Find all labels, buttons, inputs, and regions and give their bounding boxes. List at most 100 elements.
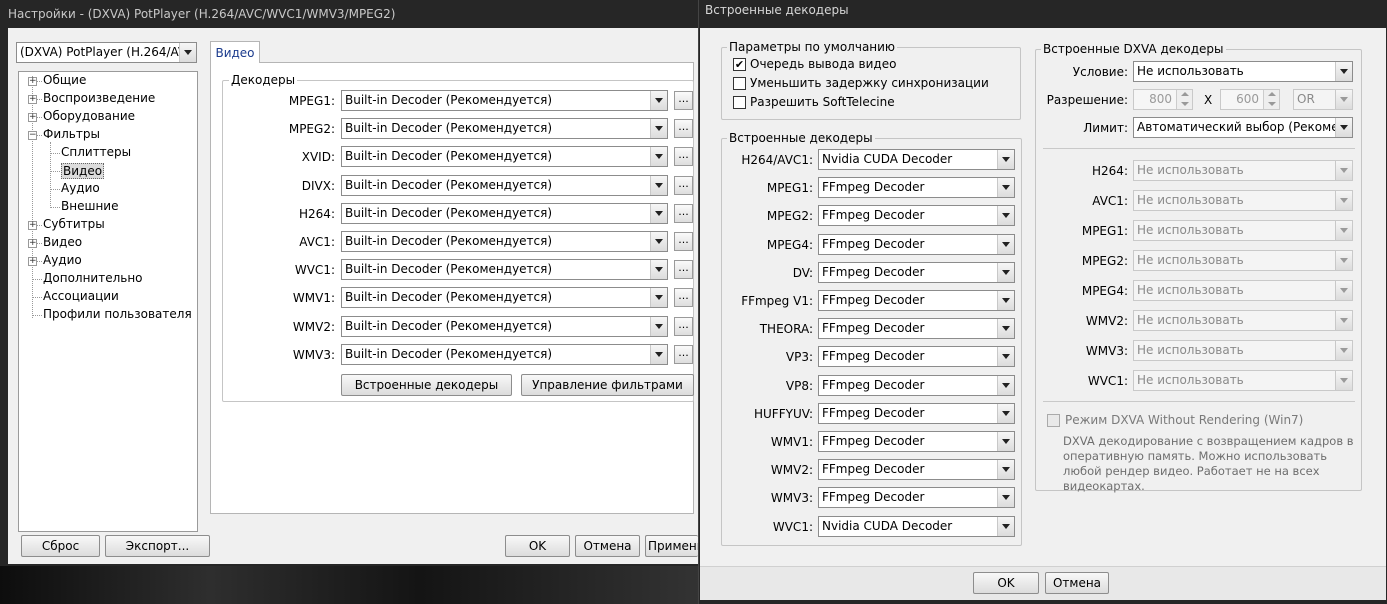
chevron-down-icon[interactable] [1335, 191, 1352, 210]
resolution-width-field[interactable]: 800 [1133, 89, 1193, 110]
codec-select[interactable]: FFmpeg Decoder [818, 233, 1015, 255]
expander-icon[interactable]: + [28, 239, 37, 248]
codec-select[interactable]: FFmpeg Decoder [818, 290, 1015, 311]
chevron-down-icon[interactable] [650, 91, 667, 110]
chevron-down-icon[interactable] [997, 234, 1014, 254]
decoder-select[interactable]: Built-in Decoder (Рекомендуется) [341, 202, 668, 224]
tree-item[interactable]: Общие [43, 73, 86, 87]
decoder-select[interactable]: Built-in Decoder (Рекомендуется) [341, 174, 668, 196]
chevron-down-icon[interactable] [1335, 281, 1352, 300]
chevron-down-icon[interactable] [1335, 118, 1352, 137]
chevron-down-icon[interactable] [650, 175, 667, 195]
tree-item[interactable]: Внешние [61, 199, 118, 213]
chevron-down-icon[interactable] [1335, 371, 1352, 390]
chevron-down-icon[interactable] [997, 347, 1014, 367]
decoder-options-button[interactable]: ... [674, 147, 693, 167]
decoder-select[interactable]: Built-in Decoder (Рекомендуется) [341, 315, 668, 337]
tree-item[interactable]: Аудио [61, 181, 100, 195]
tree-item[interactable]: Ассоциации [43, 289, 119, 303]
chevron-down-icon[interactable] [179, 43, 196, 62]
decoder-select[interactable]: Built-in Decoder (Рекомендуется) [341, 90, 668, 111]
decoder-options-button[interactable]: ... [674, 260, 693, 280]
ok-button[interactable]: OK [505, 535, 570, 557]
chevron-down-icon[interactable] [650, 344, 667, 364]
spinner-icon[interactable] [1263, 90, 1279, 109]
dxva-codec-select[interactable]: Не использовать [1133, 220, 1353, 241]
chevron-down-icon[interactable] [1335, 161, 1352, 180]
export-button[interactable]: Экспорт... [105, 535, 210, 557]
chevron-down-icon[interactable] [650, 203, 667, 223]
dxva-codec-select[interactable]: Не использовать [1133, 280, 1353, 301]
tree-item[interactable]: Субтитры [43, 217, 105, 231]
chevron-down-icon[interactable] [1335, 311, 1352, 330]
profile-select[interactable]: (DXVA) PotPlayer (H.264/AVC/ [16, 42, 197, 63]
tree-item[interactable]: Профили пользователя [43, 307, 192, 321]
expander-icon[interactable]: + [28, 95, 37, 104]
decoder-options-button[interactable]: ... [674, 175, 693, 195]
decoder-options-button[interactable]: ... [674, 203, 693, 223]
chevron-down-icon[interactable] [650, 260, 667, 280]
chevron-down-icon[interactable] [997, 178, 1014, 198]
decoder-options-button[interactable]: ... [674, 288, 693, 308]
dxva-codec-select[interactable]: Не использовать [1133, 310, 1353, 331]
codec-select[interactable]: FFmpeg Decoder [818, 487, 1015, 509]
chevron-down-icon[interactable] [1335, 221, 1352, 240]
dialog-cancel-button[interactable]: Отмена [1045, 572, 1109, 594]
resolution-operator-select[interactable]: OR [1293, 89, 1353, 110]
decoder-options-button[interactable]: ... [674, 344, 693, 364]
tree-item[interactable]: Видео [43, 235, 82, 249]
builtin-decoders-button[interactable]: Встроенные декодеры [341, 374, 512, 396]
chevron-down-icon[interactable] [997, 516, 1014, 536]
chevron-down-icon[interactable] [997, 291, 1014, 310]
resolution-height-field[interactable]: 600 [1220, 89, 1280, 110]
dxva-codec-select[interactable]: Не использовать [1133, 340, 1353, 361]
dxva-codec-select[interactable]: Не использовать [1133, 190, 1353, 211]
codec-select[interactable]: FFmpeg Decoder [818, 459, 1015, 481]
codec-select[interactable]: FFmpeg Decoder [818, 205, 1015, 227]
dxva-codec-select[interactable]: Не использовать [1133, 370, 1353, 391]
dxva-without-rendering-checkbox[interactable] [1047, 414, 1060, 427]
chevron-down-icon[interactable] [1335, 341, 1352, 360]
decoder-options-button[interactable]: ... [674, 232, 693, 251]
apply-button[interactable]: Применить [645, 535, 698, 557]
condition-select[interactable]: Не использовать [1133, 61, 1353, 82]
decoder-options-button[interactable]: ... [674, 91, 693, 110]
tree-item[interactable]: Воспроизведение [43, 91, 155, 105]
codec-select[interactable]: FFmpeg Decoder [818, 402, 1015, 424]
chevron-down-icon[interactable] [997, 432, 1014, 451]
option-checkbox[interactable] [733, 77, 746, 90]
reset-button[interactable]: Сброс [21, 535, 100, 557]
option-checkbox[interactable]: ✔ [733, 58, 746, 71]
chevron-down-icon[interactable] [997, 375, 1014, 395]
dxva-codec-select[interactable]: Не использовать [1133, 250, 1353, 271]
chevron-down-icon[interactable] [997, 460, 1014, 480]
chevron-down-icon[interactable] [650, 316, 667, 336]
tree-item-selected[interactable]: Видео [61, 163, 105, 179]
expander-icon[interactable]: + [28, 257, 37, 266]
expander-icon[interactable]: + [28, 113, 37, 122]
cancel-button[interactable]: Отмена [575, 535, 640, 557]
chevron-down-icon[interactable] [997, 403, 1014, 423]
dxva-codec-select[interactable]: Не использовать [1133, 160, 1353, 181]
codec-select[interactable]: Nvidia CUDA Decoder [818, 515, 1015, 537]
chevron-down-icon[interactable] [997, 150, 1014, 169]
decoder-options-button[interactable]: ... [674, 119, 693, 139]
expander-icon[interactable]: + [28, 221, 37, 230]
decoder-select[interactable]: Built-in Decoder (Рекомендуется) [341, 231, 668, 252]
spinner-icon[interactable] [1176, 90, 1192, 109]
codec-select[interactable]: Nvidia CUDA Decoder [818, 149, 1015, 170]
settings-tree[interactable]: + Общие + Воспроизведение + Оборудование − Филь… [18, 71, 198, 532]
chevron-down-icon[interactable] [1335, 62, 1352, 81]
tree-item[interactable]: Сплиттеры [61, 145, 131, 159]
chevron-down-icon[interactable] [997, 206, 1014, 226]
decoder-select[interactable]: Built-in Decoder (Рекомендуется) [341, 287, 668, 309]
limit-select[interactable]: Автоматический выбор (Рекомендуется) [1133, 117, 1353, 138]
expander-icon[interactable]: + [28, 77, 37, 86]
chevron-down-icon[interactable] [997, 262, 1014, 282]
chevron-down-icon[interactable] [650, 288, 667, 308]
decoder-select[interactable]: Built-in Decoder (Рекомендуется) [341, 343, 668, 365]
expander-icon[interactable]: − [28, 131, 37, 140]
option-checkbox[interactable] [733, 96, 746, 109]
chevron-down-icon[interactable] [650, 119, 667, 139]
tree-item[interactable]: Аудио [43, 253, 82, 267]
